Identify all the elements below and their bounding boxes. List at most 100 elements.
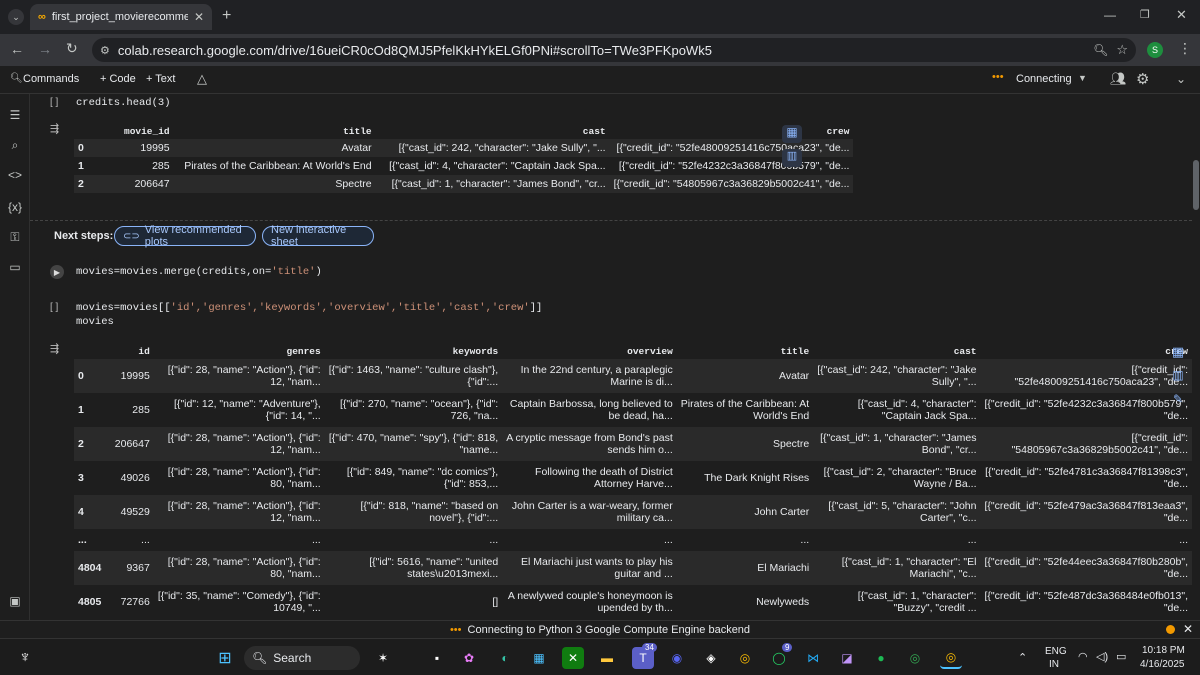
cell-code-merge[interactable]: movies=movies.merge(credits,on='title') (76, 266, 322, 278)
start-windows-icon[interactable]: ⊞ (214, 647, 236, 669)
volume-icon[interactable]: ◁) (1096, 650, 1108, 663)
omnibox[interactable]: ⚙ colab.research.google.com/drive/16ueiC… (92, 38, 1136, 62)
cell-run-bracket[interactable]: [ ] (50, 302, 58, 313)
close-status-icon[interactable]: ✕ (1183, 622, 1193, 636)
column-header-cast: cast (582, 126, 606, 137)
column-header-title: title (343, 126, 372, 137)
new-tab-icon[interactable]: + (222, 7, 231, 25)
new-interactive-sheet-button[interactable]: New interactive sheet (262, 224, 374, 248)
cell-id: 49026 (120, 472, 150, 484)
show-hidden-icons[interactable]: ⌃ (1018, 651, 1027, 664)
cell-code-movies[interactable]: movies (76, 316, 114, 328)
cell-code-select-columns[interactable]: movies=movies[['id','genres','keywords',… (76, 302, 542, 314)
chrome-icon-2[interactable]: ◎ (734, 647, 756, 669)
profile-avatar[interactable]: S (1147, 42, 1163, 58)
convert-to-sheet-icon[interactable]: ▦ (782, 125, 802, 143)
table-row: 2 206647 [{"id": 28, "name": "Action"}, {"… (74, 427, 1192, 461)
minimize-icon[interactable]: — (1104, 8, 1116, 22)
browser-tab-bar: ⌄ ∞ first_project_movierecommend ✕ + — ❐… (0, 0, 1200, 34)
scrollbar-thumb[interactable] (1193, 160, 1199, 210)
suggest-charts-icon[interactable]: ▥ (782, 149, 802, 167)
magic-wand-icon[interactable]: ✎ (1168, 392, 1188, 410)
language-in[interactable]: IN (1049, 659, 1059, 670)
close-window-icon[interactable]: ✕ (1176, 7, 1187, 23)
cell-line: "name... (459, 444, 499, 456)
drive-icon[interactable]: △ (197, 71, 207, 87)
secrets-key-icon[interactable]: ⚿ (7, 230, 23, 246)
suggest-charts-icon[interactable]: ▥ (1168, 368, 1188, 386)
collapse-header-icon[interactable]: ⌄ (1176, 72, 1186, 86)
edge-icon[interactable]: ◐ (494, 647, 516, 669)
taskbar-search-box[interactable]: 🔍︎ Search (244, 646, 360, 670)
files-folder-icon[interactable]: ▭ (7, 260, 23, 276)
cell-line: A cryptic message from Bond's past (506, 432, 673, 444)
cell-line: [{"cast_id": 2, "character": "Bruce (823, 466, 977, 478)
tab-search-dropdown-icon[interactable]: ⌄ (8, 9, 24, 25)
runtime-status[interactable]: Connecting (1016, 73, 1072, 85)
zoom-icon[interactable]: 🔍︎ (1093, 43, 1108, 57)
cell-line: "de... (1163, 602, 1188, 614)
commands-button[interactable]: Commands (23, 73, 79, 85)
cell-overview: Following the death of District Attorney … (502, 461, 677, 495)
convert-to-sheet-icon[interactable]: ▦ (1168, 344, 1188, 362)
discord-icon[interactable]: ◉ (666, 647, 688, 669)
language-eng[interactable]: ENG (1045, 646, 1067, 657)
runtime-dropdown-icon[interactable]: ▼ (1078, 73, 1087, 83)
merge-code-part1: movies=movies.merge(credits,on= (76, 266, 272, 278)
cell-code-credits-head[interactable]: credits.head(3) (76, 97, 171, 109)
xbox-icon[interactable]: ✕ (562, 647, 584, 669)
vscode-icon[interactable]: ⋈ (802, 647, 824, 669)
widgets-icon[interactable]: ✶ (372, 647, 394, 669)
battery-icon[interactable]: ▭ (1116, 650, 1126, 663)
run-cell-icon[interactable]: ▶ (50, 265, 64, 279)
cell-line: [{"id": 12, "name": "Adventure"}, (174, 398, 321, 410)
copilot-app-icon[interactable]: ✿ (458, 647, 480, 669)
url-text[interactable]: colab.research.google.com/drive/16ueiCR0… (118, 43, 1085, 58)
wifi-icon[interactable]: ◠ (1078, 650, 1088, 663)
view-recommended-plots-button[interactable]: ⊂⊃ View recommended plots (114, 224, 256, 248)
new-interactive-sheet-label: New interactive sheet (271, 224, 347, 248)
site-info-icon[interactable]: ⚙ (100, 44, 110, 57)
back-icon[interactable]: ← (10, 41, 24, 57)
cell-line: Avatar (779, 370, 810, 382)
table-of-contents-icon[interactable]: ☰ (7, 108, 23, 124)
cell-run-bracket[interactable]: [ ] (50, 97, 58, 108)
share-people-icon[interactable]: 👥︎ (1110, 71, 1127, 87)
cell-line: [{"id": 1463, "name": "culture clash"}, (328, 364, 499, 376)
table-row: 4 49529 [{"id": 28, "name": "Action"}, {"i… (74, 495, 1192, 529)
browser-tab[interactable]: ∞ first_project_movierecommend ✕ (30, 4, 212, 30)
cell-line: Following the death of District (535, 466, 673, 478)
photos-icon[interactable]: ◪ (836, 647, 858, 669)
clock-date[interactable]: 4/16/2025 (1140, 659, 1185, 670)
file-explorer-icon[interactable]: ▬ (596, 647, 618, 669)
find-icon[interactable]: ⌕ (7, 138, 23, 154)
chrome-profile-icon[interactable]: ◎ (940, 647, 962, 669)
code-snippets-icon[interactable]: <> (7, 168, 23, 184)
forward-icon[interactable]: → (38, 41, 52, 57)
add-code-button[interactable]: + Code (100, 73, 136, 85)
browser-menu-icon[interactable]: ⋮ (1178, 40, 1192, 57)
cell-crew: [{"credit_id": "52fe4232c3a36847f800b579… (981, 393, 1193, 427)
store-icon[interactable]: ▦ (528, 647, 550, 669)
terminal-icon[interactable]: ▣ (7, 594, 23, 610)
cell-line: ... (800, 534, 810, 546)
spotify-icon[interactable]: ● (870, 647, 892, 669)
bookmark-star-icon[interactable]: ☆ (1116, 42, 1128, 58)
output-toggle-icon[interactable]: ⇶ (50, 342, 59, 355)
cell-line: [{"id": 470, "name": "spy"}, {"id": 818, (328, 432, 499, 444)
cell-crew: [{"credit_id": "52fe4232c3a36847f800b579… (618, 160, 850, 172)
reload-icon[interactable]: ↻ (66, 40, 78, 57)
commands-search-icon: 🔍︎ (10, 73, 23, 84)
chrome-icon[interactable]: ◎ (904, 647, 926, 669)
app-icon[interactable]: ◈ (700, 647, 722, 669)
copilot-icon[interactable]: ♆ (14, 647, 36, 669)
add-text-button[interactable]: + Text (146, 73, 175, 85)
task-view-icon[interactable]: ▪ (426, 647, 448, 669)
variables-icon[interactable]: {x} (7, 200, 23, 216)
settings-gear-icon[interactable]: ⚙ (1136, 70, 1149, 88)
restore-icon[interactable]: ❐ (1140, 8, 1150, 21)
clock-time[interactable]: 10:18 PM (1142, 645, 1185, 656)
close-tab-icon[interactable]: ✕ (194, 10, 204, 24)
output-toggle-icon[interactable]: ⇶ (50, 122, 59, 135)
cell-line: [{"cast_id": 5, "character": "John (828, 500, 977, 512)
